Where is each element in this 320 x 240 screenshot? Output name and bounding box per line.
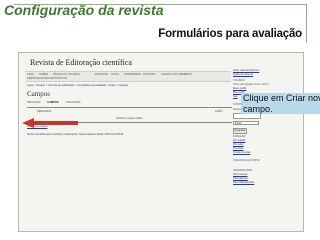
sidebar-for-readers[interactable]: Para leitores	[233, 173, 248, 176]
nav-item-pesquisa[interactable]: Pesquisa	[95, 73, 108, 76]
nav-item-capa[interactable]: Capa	[27, 73, 34, 76]
tabs-row: Detalhes Campos Visualizar	[27, 101, 87, 104]
sidebar-logout[interactable]: Sair	[233, 95, 238, 98]
callout-line-1: Clique em Criar novo	[243, 93, 320, 103]
main-navbar: Capa Sobre Página do Usuário Pesquisa At…	[25, 71, 231, 82]
sidebar-other-journals[interactable]: Outras revistas	[233, 151, 250, 154]
red-arrow-icon	[22, 118, 78, 128]
sidebar-by-issue[interactable]: Por edição	[233, 139, 245, 142]
nav-item-acesso-membros[interactable]: Acesso aos Membros	[161, 73, 192, 76]
sidebar-heading-navegar: Navegar	[233, 135, 246, 138]
sidebar-logged-as: Você está logado como: admin	[233, 83, 269, 86]
nav-item-noticias-sub[interactable]: Notícias	[55, 77, 67, 80]
tab-campos[interactable]: Campos	[47, 101, 58, 104]
screenshot-panel: Revista de Editoração científica Capa So…	[18, 52, 304, 232]
sidebar-heading-info: Informações	[233, 169, 253, 172]
sidebar-by-title[interactable]: Por título	[233, 147, 243, 150]
nav-item-noticias[interactable]: Notícias	[143, 73, 155, 76]
column-header-pergunta: Pergunta	[37, 110, 52, 113]
sidebar-search-scope[interactable]: Todos	[233, 121, 259, 125]
sidebar-for-librarians[interactable]: Para bibliotecários	[233, 181, 254, 184]
nav-item-pagina-usuario[interactable]: Página do Usuário	[53, 73, 80, 76]
sidebar-ojs-link[interactable]: Open Journal Systems	[233, 69, 259, 72]
sidebar-by-author[interactable]: Por autor	[233, 143, 244, 146]
sidebar-for-authors[interactable]: Para autores	[233, 177, 248, 180]
slide-subtitle: Formulários para avaliação	[158, 28, 302, 40]
nav-item-sobre[interactable]: Sobre	[39, 73, 48, 76]
tab-visualizar[interactable]: Visualizar	[65, 101, 80, 104]
nav-item-anteriores[interactable]: Anteriores	[124, 73, 141, 76]
sidebar-heading-font-size: Tamanho da fonte	[233, 159, 260, 162]
sidebar: Open Journal Systems Ajuda do sistema Us…	[233, 69, 299, 189]
site-footer: Revista de Editoração científica. Floria…	[27, 133, 124, 136]
tab-detalhes[interactable]: Detalhes	[27, 101, 41, 104]
column-header-acao: Ação	[215, 110, 223, 113]
sidebar-search-button[interactable]: Pesquisar	[233, 128, 247, 134]
nav-item-atual[interactable]: Atual	[111, 73, 119, 76]
site-title: Revista de Editoração científica	[30, 58, 132, 67]
sidebar-my-profiles[interactable]: Meus perfis	[233, 87, 246, 90]
page-heading: Campos	[27, 90, 50, 98]
sidebar-heading-usuario: Usuário	[233, 79, 245, 82]
breadcrumb: Capa > Usuário > Gerente de publicação >…	[27, 84, 129, 87]
callout-line-2: campo.	[243, 103, 273, 114]
instruction-callout: Clique em Criar novo campo.	[241, 93, 320, 114]
sidebar-help-link[interactable]: Ajuda do sistema	[233, 73, 253, 76]
nav-item-periodicos[interactable]: Periódicos Digitais	[27, 77, 55, 80]
